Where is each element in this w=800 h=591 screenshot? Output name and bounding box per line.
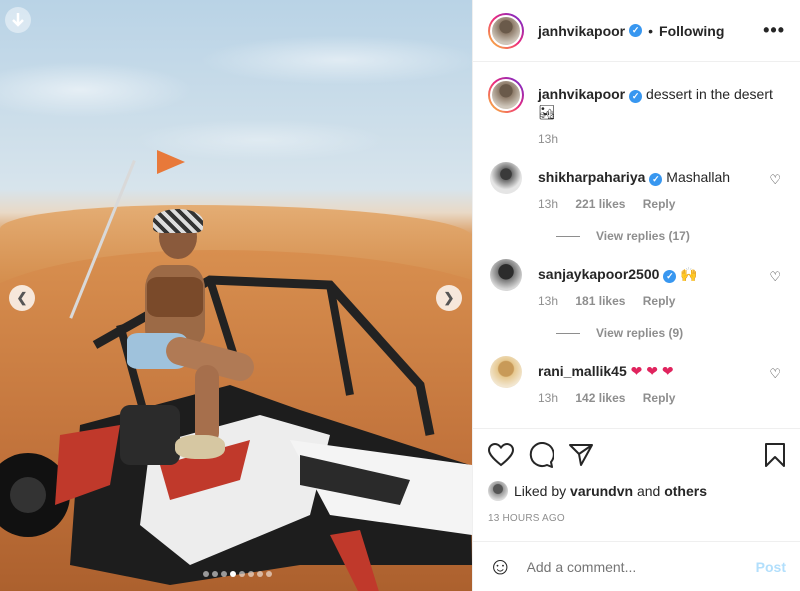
comment-username[interactable]: rani_mallik45 <box>538 363 627 379</box>
post-comment-button[interactable]: Post <box>756 559 786 575</box>
caption-avatar[interactable] <box>488 77 524 113</box>
chevron-left-icon: ❮ <box>16 290 28 305</box>
verified-badge-icon: ✓ <box>663 270 677 283</box>
post-sidebar: janhvikapoor ✓ • Following ••• janhvikap… <box>472 0 800 591</box>
commenter-avatar[interactable] <box>490 162 522 194</box>
comment-input[interactable] <box>526 558 756 575</box>
add-comment-bar: ☺ Post <box>473 541 800 591</box>
comment-item: shikharpahariya ✓ Mashallah 13h 221 likes… <box>488 162 785 211</box>
comment-text: Mashallah <box>666 169 731 185</box>
share-paper-plane-icon[interactable] <box>568 443 594 467</box>
caption: janhvikapoor ✓ dessert in the desert 🏜 13… <box>488 77 785 146</box>
carousel-indicator <box>203 571 272 577</box>
post-image[interactable]: ❮ ❯ <box>0 0 472 591</box>
liked-by: Liked by varundvn and others <box>488 481 786 501</box>
carousel-dot <box>248 571 254 577</box>
author-username[interactable]: janhvikapoor <box>538 23 625 39</box>
comment-likes[interactable]: 221 likes <box>575 197 625 211</box>
carousel-dot <box>257 571 263 577</box>
sky <box>0 0 472 210</box>
emoji-smile-icon[interactable]: ☺ <box>488 553 513 581</box>
carousel-dot <box>266 571 272 577</box>
save-bookmark-icon[interactable] <box>764 442 786 468</box>
like-heart-icon[interactable] <box>488 443 514 467</box>
liker-username[interactable]: varundvn <box>570 483 633 499</box>
following-button[interactable]: Following <box>659 23 724 39</box>
verified-badge-icon: ✓ <box>649 173 663 186</box>
comment-text: ❤ ❤ ❤ <box>630 363 674 379</box>
chevron-right-icon: ❯ <box>443 290 455 305</box>
comments-list[interactable]: janhvikapoor ✓ dessert in the desert 🏜 13… <box>473 62 800 427</box>
carousel-prev-button[interactable]: ❮ <box>9 285 35 311</box>
commenter-avatar[interactable] <box>490 356 522 388</box>
download-arrow-icon[interactable] <box>5 7 31 33</box>
verified-badge-icon: ✓ <box>629 24 643 37</box>
reply-button[interactable]: Reply <box>643 294 676 308</box>
comment-item: rani_mallik45 ❤ ❤ ❤ 13h 142 likes Reply … <box>488 356 785 405</box>
carousel-dot <box>212 571 218 577</box>
comment-bubble-icon[interactable] <box>528 442 554 468</box>
caption-text: janhvikapoor ✓ dessert in the desert 🏜 <box>538 77 785 121</box>
flag <box>157 150 185 174</box>
like-comment-heart-icon[interactable]: ♡ <box>769 366 781 382</box>
like-comment-heart-icon[interactable]: ♡ <box>769 172 781 188</box>
comment-time[interactable]: 13h <box>538 197 558 211</box>
author-avatar[interactable] <box>488 12 524 49</box>
comment-time[interactable]: 13h <box>538 391 558 405</box>
carousel-next-button[interactable]: ❯ <box>436 285 462 311</box>
comment-item: sanjaykapoor2500 ✓ 🙌 13h 181 likes Reply … <box>488 259 785 308</box>
post-timestamp[interactable]: 13 hours ago <box>488 513 786 524</box>
view-replies-button[interactable]: View replies (17) <box>556 229 785 243</box>
carousel-dot <box>230 571 236 577</box>
separator-dot: • <box>648 22 654 39</box>
caption-time[interactable]: 13h <box>538 132 558 146</box>
comment-time[interactable]: 13h <box>538 294 558 308</box>
post-actions: Liked by varundvn and others 13 hours ag… <box>473 428 800 524</box>
carousel-dot <box>203 571 209 577</box>
likes-others-link[interactable]: others <box>664 483 707 499</box>
person-seated <box>127 209 258 465</box>
comment-likes[interactable]: 142 likes <box>575 391 625 405</box>
like-comment-heart-icon[interactable]: ♡ <box>769 269 781 285</box>
commenter-avatar[interactable] <box>490 259 522 291</box>
carousel-dot <box>239 571 245 577</box>
comment-username[interactable]: sanjaykapoor2500 <box>538 266 659 282</box>
comment-likes[interactable]: 181 likes <box>575 294 625 308</box>
comment-text: 🙌 <box>680 266 698 282</box>
verified-badge-icon: ✓ <box>629 90 643 103</box>
more-options-icon[interactable]: ••• <box>763 20 785 41</box>
liker-avatar[interactable] <box>488 481 508 501</box>
view-replies-button[interactable]: View replies (9) <box>556 326 785 340</box>
reply-button[interactable]: Reply <box>643 197 676 211</box>
reply-button[interactable]: Reply <box>643 391 676 405</box>
comment-username[interactable]: shikharpahariya <box>538 169 645 185</box>
post-header: janhvikapoor ✓ • Following ••• <box>473 0 800 62</box>
caption-username[interactable]: janhvikapoor <box>538 86 625 102</box>
carousel-dot <box>221 571 227 577</box>
